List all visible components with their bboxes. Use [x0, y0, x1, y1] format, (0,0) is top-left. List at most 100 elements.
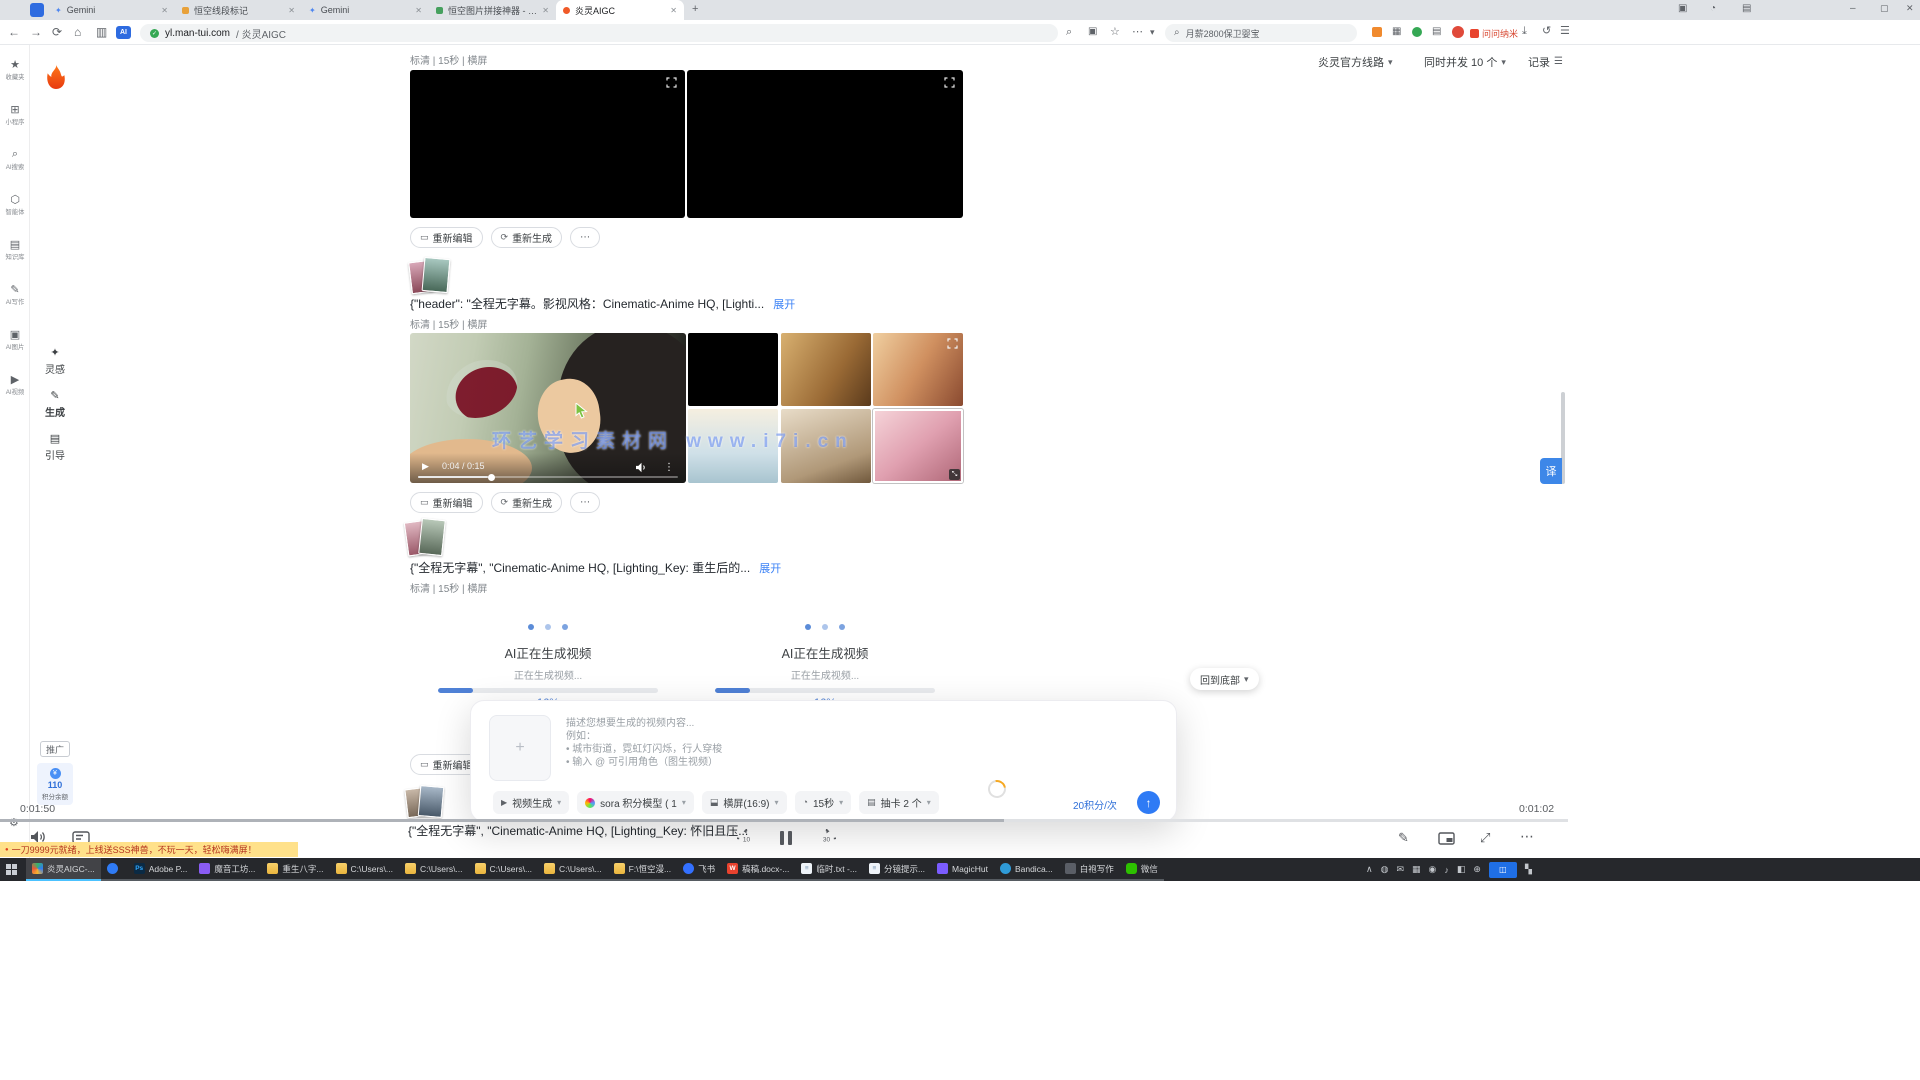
window-close-button[interactable]: ✕ [1906, 4, 1914, 13]
duration-select[interactable]: ◔ 15秒 ▾ [795, 791, 852, 814]
volume-icon[interactable] [635, 462, 648, 473]
taskbar-item[interactable]: 炎灵AIGC-... [26, 858, 101, 881]
panel-icon[interactable]: ▥ [96, 26, 107, 38]
rail-item-miniapps[interactable]: ⊞小程序 [0, 103, 30, 127]
bookmark-star-icon[interactable]: ☆ [1110, 27, 1120, 38]
tab-gemini-2[interactable]: ✦ Gemini ✕ [302, 0, 429, 20]
reading-icon[interactable]: ▤ [1432, 27, 1441, 37]
credits-widget[interactable]: ¥ 110 积分余额 [37, 763, 73, 805]
tab-close-icon[interactable]: ✕ [161, 6, 168, 15]
tab-close-icon[interactable]: ✕ [288, 6, 295, 15]
shot-thumb-3[interactable] [873, 333, 963, 406]
plugin-icon[interactable] [1372, 27, 1382, 37]
forward-icon[interactable]: → [30, 26, 42, 38]
window-minimize-button[interactable]: – [1850, 4, 1856, 14]
taskbar-item[interactable]: F:\恒空漫... [608, 858, 678, 881]
browser-search-box[interactable]: ⌕ 月薪2800保卫婴宝 [1165, 24, 1357, 42]
fullscreen-icon[interactable] [944, 77, 955, 88]
play-icon[interactable]: ▶ [422, 461, 429, 472]
sidebar-item-inspiration[interactable]: ✦ 灵感 [30, 346, 80, 376]
model-select[interactable]: sora 积分模型 ( 1 ▾ [577, 791, 694, 814]
tab-close-icon[interactable]: ✕ [415, 6, 422, 15]
skip-back-10-icon[interactable]: 10 [737, 829, 756, 848]
ad-banner[interactable]: ● 一刀9999元就绪，上线送SSS神兽，不玩一天，轻松嗨满屏！ [0, 842, 298, 857]
user-avatar[interactable] [1452, 26, 1464, 38]
tray-icon[interactable]: ♪ [1444, 865, 1449, 875]
tray-icon[interactable]: ⊕ [1473, 864, 1481, 875]
tab-close-icon[interactable]: ✕ [542, 6, 549, 15]
start-button[interactable] [6, 864, 17, 875]
taskbar-item[interactable]: PsAdobe P... [128, 858, 194, 881]
sidebar-item-guide[interactable]: ▤ 引导 [30, 432, 80, 462]
media-icon[interactable]: ▣ [1088, 27, 1097, 37]
player-more-icon[interactable]: ⋯ [1520, 828, 1534, 845]
regenerate-button[interactable]: ⟳ 重新生成 [491, 492, 563, 513]
site-logo[interactable] [44, 62, 68, 97]
taskbar-item[interactable]: W稿稿.docx-... [721, 858, 795, 881]
video-progress-handle[interactable] [488, 474, 495, 481]
apps-icon[interactable]: ▦ [1392, 27, 1401, 37]
taskbar-item[interactable]: C:\Users\... [538, 858, 608, 881]
ask-nano-button[interactable]: 问问纳米 [1470, 27, 1518, 40]
aspect-select[interactable]: ⬓ 横屏(16:9) ▾ [702, 791, 787, 814]
tray-icon[interactable]: ✉ [1396, 864, 1404, 875]
skip-forward-30-icon[interactable]: 30 [817, 829, 836, 848]
taskbar-item[interactable]: 飞书 [677, 858, 721, 881]
rail-item-knowledge[interactable]: ▤知识库 [0, 238, 30, 262]
notifications-icon[interactable]: ◔ [1710, 4, 1716, 14]
taskbar-item[interactable]: ≡临时.txt -... [795, 858, 863, 881]
tab-hengkong-lines[interactable]: 恒空线段标记 ✕ [175, 0, 302, 20]
shot-thumb-6-selected[interactable]: ⤡ [873, 409, 963, 483]
tab-close-icon[interactable]: ✕ [670, 6, 677, 15]
shrink-icon[interactable]: ⤢ [1480, 830, 1490, 846]
fullscreen-icon[interactable] [666, 77, 677, 88]
composer-placeholder[interactable]: 描述您想要生成的视频内容... 例如： • 城市街道，霓虹灯闪烁，行人穿梭 • … [566, 717, 722, 769]
taskbar-item[interactable]: ≡分镜提示... [863, 858, 931, 881]
reedit-button[interactable]: ▭ 重新编辑 [410, 227, 483, 248]
sidebar-item-generate[interactable]: ✎ 生成 [30, 389, 80, 419]
bag-icon[interactable]: ▤ [1742, 4, 1751, 14]
send-button[interactable]: ↑ [1137, 791, 1160, 814]
player-progress-track[interactable] [0, 819, 1568, 822]
tab-image-stitcher[interactable]: 恒空图片拼接神器 - 增强版 ✕ [429, 0, 556, 20]
rail-item-ai-writing[interactable]: ✎AI写作 [0, 283, 30, 307]
concurrency-select[interactable]: 同时并发 10 个 ▾ [1424, 54, 1506, 70]
tray-icon[interactable]: ▦ [1412, 864, 1421, 875]
rail-item-ai-search[interactable]: ⌕AI搜索 [0, 148, 30, 172]
more-button[interactable]: ⋯ [570, 227, 600, 248]
pip-icon[interactable] [1438, 832, 1455, 845]
taskbar-item[interactable]: 魔音工坊... [193, 858, 261, 881]
input-method-indicator[interactable]: ◫ [1489, 862, 1517, 878]
browser-logo-button[interactable] [30, 3, 44, 17]
rail-item-ai-image[interactable]: ▣AI图片 [0, 328, 30, 352]
video-progress-track[interactable] [418, 476, 678, 478]
tray-icon[interactable]: ◍ [1381, 864, 1389, 875]
address-bar[interactable]: ✓ yl.man-tui.com / 炎灵AIGC [140, 24, 1058, 42]
taskbar-item[interactable]: C:\Users\... [469, 858, 539, 881]
taskbar-item[interactable] [101, 858, 128, 881]
taskbar-item[interactable]: C:\Users\... [330, 858, 400, 881]
expand-link[interactable]: 展开 [759, 560, 781, 576]
reedit-button[interactable]: ▭ 重新编辑 [410, 492, 483, 513]
home-icon[interactable]: ⌂ [74, 26, 81, 38]
menu-icon[interactable]: ☰ [1560, 26, 1570, 37]
pause-button[interactable] [780, 831, 792, 845]
layout-icon[interactable]: ▣ [1678, 4, 1687, 14]
expand-link[interactable]: 展开 [773, 296, 795, 312]
tray-icon[interactable]: ◧ [1457, 864, 1466, 875]
taskbar-item[interactable]: 微信 [1120, 858, 1164, 881]
translate-button[interactable]: 译 [1540, 458, 1562, 484]
safety-icon[interactable] [1412, 27, 1422, 37]
draw-count-select[interactable]: ▤ 抽卡 2 个 ▾ [859, 791, 939, 814]
tray-expand-icon[interactable]: ∧ [1366, 864, 1373, 875]
window-maximize-button[interactable]: ▢ [1880, 4, 1889, 13]
undo-icon[interactable]: ↺ [1542, 26, 1551, 37]
more-icon[interactable]: ⋯ [1132, 27, 1143, 38]
shot-thumb-1[interactable] [688, 333, 778, 406]
tray-icon[interactable]: ◉ [1429, 864, 1437, 875]
tab-yanling-aigc[interactable]: 炎灵AIGC ✕ [556, 0, 684, 20]
shot-thumb-2[interactable] [781, 333, 871, 406]
taskbar-item[interactable]: Bandica... [994, 858, 1059, 881]
ai-assistant-icon[interactable]: AI [116, 26, 131, 39]
regenerate-button[interactable]: ⟳ 重新生成 [491, 227, 563, 248]
